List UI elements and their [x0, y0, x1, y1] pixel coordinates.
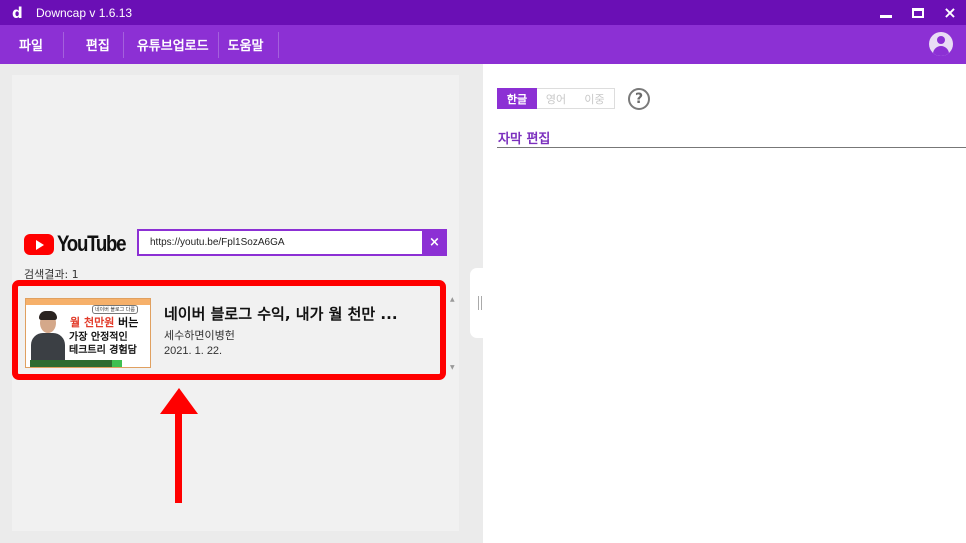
close-button[interactable]: ×	[934, 0, 966, 25]
maximize-icon	[912, 7, 924, 18]
help-icon[interactable]: ?	[628, 88, 650, 110]
maximize-button[interactable]	[902, 0, 934, 25]
youtube-wordmark: YouTube	[57, 231, 127, 256]
minimize-button[interactable]	[870, 0, 902, 25]
scroll-down-arrow-icon[interactable]: ▼	[450, 364, 455, 371]
language-tabs: 한글 영어 이중	[497, 88, 615, 109]
youtube-logo: YouTube	[24, 231, 137, 257]
menu-divider	[277, 31, 279, 58]
url-search-box: ×	[137, 229, 447, 256]
editor-panel	[483, 64, 966, 543]
menu-edit[interactable]: 편집	[86, 25, 110, 64]
tab-korean[interactable]: 한글	[497, 88, 537, 109]
splitter-grip-icon	[478, 296, 482, 310]
user-avatar-icon[interactable]	[929, 32, 953, 56]
menu-divider	[62, 31, 64, 58]
section-divider	[497, 147, 966, 148]
scroll-up-arrow-icon[interactable]: ▲	[450, 296, 455, 303]
annotation-highlight-box	[12, 280, 446, 380]
close-icon: ×	[943, 3, 957, 22]
menu-youtube-upload[interactable]: 유튜브업로드	[137, 25, 209, 64]
url-input[interactable]	[139, 231, 419, 254]
menu-divider	[217, 31, 219, 58]
menu-help[interactable]: 도움말	[228, 25, 264, 64]
annotation-arrow-shaft	[175, 404, 182, 503]
menu-bar: 파일 편집 유튜브업로드 도움말	[0, 25, 966, 64]
youtube-play-icon	[24, 233, 54, 255]
tab-english[interactable]: 영어	[537, 88, 575, 109]
app-logo-icon: d	[12, 3, 23, 22]
title-bar: d Downcap v 1.6.13 ×	[0, 0, 966, 25]
window-controls: ×	[870, 0, 966, 25]
menu-file[interactable]: 파일	[19, 25, 43, 64]
clear-url-button[interactable]: ×	[422, 229, 447, 256]
minimize-icon	[880, 15, 892, 18]
subtitle-edit-title: 자막 편집	[498, 132, 551, 147]
window-title: Downcap v 1.6.13	[36, 5, 133, 20]
tab-dual[interactable]: 이중	[575, 88, 615, 109]
menu-divider	[122, 31, 124, 58]
